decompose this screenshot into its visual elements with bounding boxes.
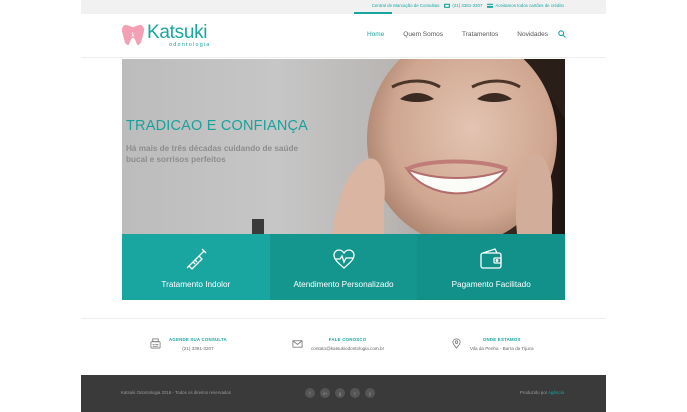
nav-home[interactable]: Home — [367, 31, 384, 38]
syringe-icon — [186, 248, 207, 270]
phone-icon — [444, 3, 451, 8]
twitter-icon[interactable]: t — [350, 388, 360, 398]
hero-banner: TRADICAO E CONFIANÇA Há mais de três déc… — [122, 59, 565, 234]
nav-tratamentos[interactable]: Tratamentos — [462, 31, 498, 38]
envelope-icon — [292, 340, 303, 348]
contact-value: Vila da Penha - Barra da Tijuca — [470, 346, 534, 351]
tile-label: Tratamento Indolor — [161, 280, 231, 289]
contact-agende: AGENDE SUA CONSULTA (21) 3391-3207 — [150, 337, 227, 351]
nav-novidades[interactable]: Novidades — [517, 31, 548, 38]
logo-name: Katsuki — [147, 21, 208, 43]
logo-subtitle: odontologia — [169, 41, 211, 48]
contact-title: ONDE ESTAMOS — [482, 337, 521, 342]
contact-title: AGENDE SUA CONSULTA — [169, 337, 227, 342]
phone-number: (21) 3391-3207 — [452, 3, 483, 8]
central-label: Central de Marcação de Consultas — [371, 3, 440, 8]
youtube-icon[interactable]: y — [365, 388, 375, 398]
credit-brand-link[interactable]: Agência — [548, 390, 564, 395]
credit-card-icon — [487, 3, 494, 8]
social-links: f in g t y — [305, 388, 375, 398]
tile-label: Pagamento Facilitado — [451, 280, 531, 289]
facebook-icon[interactable]: f — [305, 388, 315, 398]
google-plus-icon[interactable]: g — [335, 388, 345, 398]
hero-title: TRADICAO E CONFIANÇA — [126, 118, 309, 134]
cards-info: Aceitamos todos cartões de crédito — [487, 3, 564, 8]
hero-subtitle: Há mais de três décadas cuidando de saúd… — [126, 144, 299, 164]
footer-copyright: Katsuki Odontologia 2016 - Todos os dire… — [121, 390, 231, 395]
main-nav: Home Quem Somos Tratamentos Novidades — [348, 30, 566, 38]
credit-prefix: Produzido por — [519, 390, 548, 395]
cards-text: Aceitamos todos cartões de crédito — [495, 3, 564, 8]
feature-tiles: Tratamento Indolor Atendimento Personali… — [122, 234, 566, 300]
tile-tratamento-indolor[interactable]: Tratamento Indolor — [122, 234, 270, 300]
contact-onde-estamos: ONDE ESTAMOS Vila da Penha - Barra da Ti… — [451, 337, 534, 351]
wallet-icon — [480, 248, 502, 269]
search-icon[interactable] — [558, 30, 566, 38]
tile-pagamento-facilitado[interactable]: Pagamento Facilitado — [417, 234, 566, 300]
contact-value[interactable]: (21) 3391-3207 — [169, 346, 227, 351]
contact-section: AGENDE SUA CONSULTA (21) 3391-3207 FALE … — [81, 318, 606, 368]
map-pin-icon — [452, 338, 461, 349]
contact-title: FALE CONOSCO — [328, 337, 367, 342]
contact-value[interactable]: contato@katsukiodontologia.com.br — [311, 346, 384, 351]
nav-quem-somos[interactable]: Quem Somos — [403, 31, 443, 38]
tooth-logo-icon: k — [122, 25, 144, 45]
logo[interactable]: k Katsuki odontologia — [121, 22, 211, 48]
header: k Katsuki odontologia Home Quem Somos Tr… — [81, 14, 606, 58]
tile-label: Atendimento Personalizado — [293, 280, 394, 289]
tile-atendimento-personalizado[interactable]: Atendimento Personalizado — [269, 234, 418, 300]
fax-icon — [150, 338, 161, 349]
heartbeat-icon — [332, 249, 355, 269]
footer: Katsuki Odontologia 2016 - Todos os dire… — [81, 375, 606, 412]
footer-credit: Produzido por Agência — [520, 390, 564, 395]
linkedin-icon[interactable]: in — [320, 388, 330, 398]
phone-link[interactable]: (21) 3391-3207 — [444, 3, 482, 8]
contact-fale-conosco: FALE CONOSCO contato@katsukiodontologia.… — [292, 337, 384, 351]
top-bar: Central de Marcação de Consultas (21) 33… — [81, 0, 606, 14]
page: Central de Marcação de Consultas (21) 33… — [81, 0, 606, 412]
